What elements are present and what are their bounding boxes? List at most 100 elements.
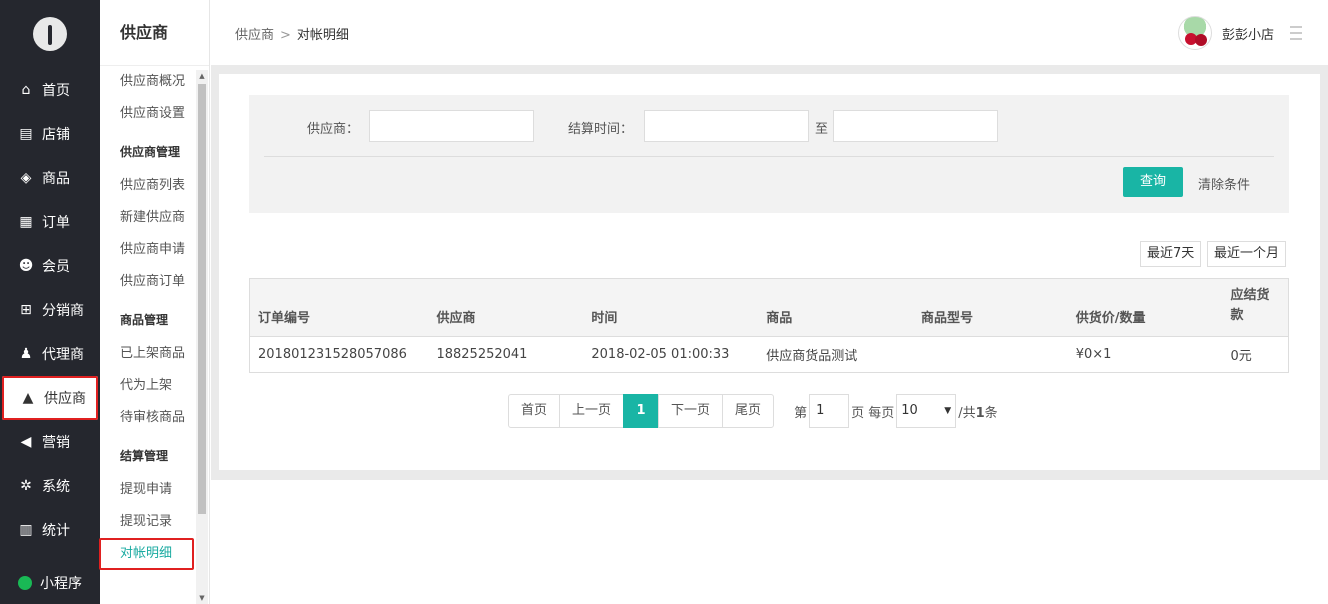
subnav-title: 供应商 (100, 0, 209, 66)
nav-item-supplier[interactable]: ▲ 供应商 (2, 376, 98, 420)
nav-label: 店铺 (42, 127, 70, 143)
last-month-button[interactable]: 最近一个月 (1207, 241, 1287, 267)
breadcrumb-separator: > (280, 28, 291, 43)
scroll-up-icon[interactable]: ▲ (198, 72, 206, 80)
prev-page-button[interactable]: 上一页 (559, 394, 625, 428)
nav-label: 营销 (42, 435, 70, 451)
per-page-select[interactable]: 10 ▼ (896, 394, 957, 428)
nav-label: 首页 (42, 83, 70, 99)
total-label: /共1条 (958, 402, 997, 421)
content-card: 供应商： 结算时间： 至 查询 清除条件 最近7天 最近一个月 订单编号 供应商… (219, 74, 1320, 470)
table-header-row: 订单编号 供应商 时间 商品 商品型号 供货价/数量 应结货款 (249, 278, 1289, 337)
cell-order-no: 201801231528057086 (258, 347, 407, 362)
nav-label: 分销商 (42, 303, 84, 319)
subnav-item-supplier-list[interactable]: 供应商列表 (100, 170, 196, 202)
nav-item-home[interactable]: ⌂ 首页 (0, 68, 100, 112)
settle-time-start-input[interactable] (644, 110, 809, 142)
subnav-item-listed-goods[interactable]: 已上架商品 (100, 338, 196, 370)
subnav-item-pending-goods[interactable]: 待审核商品 (100, 402, 196, 434)
cell-price-qty: ¥0×1 (1075, 347, 1112, 362)
supplier-input[interactable] (369, 110, 534, 142)
pagination: 首页 上一页 1 下一页 尾页 第 1 页 每页 10 ▼ /共1条 (508, 394, 1000, 428)
nav-label: 订单 (42, 215, 70, 231)
member-icon: ☻ (18, 258, 34, 274)
nav-item-stats[interactable]: ▥ 统计 (0, 508, 100, 552)
next-page-button[interactable]: 下一页 (658, 394, 724, 428)
clear-filter-button[interactable]: 清除条件 (1198, 174, 1250, 193)
username[interactable]: 彭彭小店 (1222, 24, 1274, 43)
col-time: 时间 (583, 278, 759, 337)
col-payable: 应结货款 (1222, 278, 1289, 337)
subnav-group-supplier-mgmt: 供应商管理 (120, 145, 181, 159)
cell-payable: 0元 (1230, 349, 1252, 364)
col-price-qty: 供货价/数量 (1067, 278, 1223, 337)
subnav-item-list-on-behalf[interactable]: 代为上架 (100, 370, 196, 402)
subnav-item-withdraw-records[interactable]: 提现记录 (100, 506, 196, 538)
sub-nav: 供应商 供应商概况 供应商设置 供应商管理 供应商列表 新建供应商 供应商申请 … (99, 0, 210, 604)
nav-item-agent[interactable]: ♟ 代理商 (0, 332, 100, 376)
main-content: 供应商： 结算时间： 至 查询 清除条件 最近7天 最近一个月 订单编号 供应商… (211, 66, 1328, 480)
scrollbar-thumb[interactable] (198, 84, 206, 514)
subnav-item-supplier-orders[interactable]: 供应商订单 (100, 266, 196, 298)
logo-mark (33, 17, 67, 51)
cell-time: 2018-02-05 01:00:33 (591, 347, 730, 362)
filter-panel: 供应商： 结算时间： 至 查询 清除条件 (249, 95, 1289, 213)
nav-item-goods[interactable]: ◈ 商品 (0, 156, 100, 200)
page-number-input[interactable]: 1 (809, 394, 850, 428)
subnav-item-overview[interactable]: 供应商概况 (100, 66, 196, 98)
cell-goods: 供应商货品测试 (766, 349, 858, 364)
subnav-item-new-supplier[interactable]: 新建供应商 (100, 202, 196, 234)
nav-label: 系统 (42, 479, 70, 495)
subnav-group-goods-mgmt: 商品管理 (120, 313, 169, 327)
query-button[interactable]: 查询 (1123, 167, 1183, 197)
nav-item-system[interactable]: ✲ 系统 (0, 464, 100, 508)
subnav-item-supplier-apply[interactable]: 供应商申请 (100, 234, 196, 266)
sitemap-icon: ⊞ (20, 302, 32, 318)
reconciliation-table: 订单编号 供应商 时间 商品 商品型号 供货价/数量 应结货款 20180123… (249, 278, 1289, 373)
settle-time-end-input[interactable] (833, 110, 998, 142)
cell-goods-model (913, 337, 1068, 373)
nav-label: 商品 (42, 171, 70, 187)
agent-icon: ♟ (19, 346, 33, 362)
megaphone-icon: ◀ (20, 434, 32, 450)
home-icon: ⌂ (21, 82, 31, 98)
nav-item-orders[interactable]: ▦ 订单 (0, 200, 100, 244)
store-icon: ▤ (19, 126, 33, 142)
nav-item-members[interactable]: ☻ 会员 (0, 244, 100, 288)
last-7-days-button[interactable]: 最近7天 (1140, 241, 1202, 267)
page-suffix: 页 每页 (851, 405, 895, 421)
cell-supplier: 18825252041 (436, 347, 528, 362)
nav-label: 供应商 (44, 391, 86, 407)
total-suffix: 条 (984, 405, 998, 421)
col-goods-model: 商品型号 (912, 278, 1068, 337)
subnav-list: 供应商概况 供应商设置 供应商管理 供应商列表 新建供应商 供应商申请 供应商订… (99, 66, 196, 570)
breadcrumb-parent[interactable]: 供应商 (235, 28, 274, 43)
hamburger-menu-icon[interactable] (1290, 26, 1302, 40)
subnav-item-settings[interactable]: 供应商设置 (100, 98, 196, 130)
nav-item-marketing[interactable]: ◀ 营销 (0, 420, 100, 464)
subnav-scrollbar[interactable]: ▲ ▼ (196, 70, 208, 604)
nav-label: 代理商 (42, 347, 84, 363)
user-menu[interactable]: 彭彭小店 (1177, 16, 1274, 50)
subnav-group-settlement: 结算管理 (120, 449, 169, 463)
table-row: 201801231528057086 18825252041 2018-02-0… (250, 337, 1289, 373)
bar-chart-icon: ▥ (19, 522, 33, 538)
basket-icon: ▦ (19, 214, 33, 230)
nav-item-store[interactable]: ▤ 店铺 (0, 112, 100, 156)
main-nav: ⌂ 首页 ▤ 店铺 ◈ 商品 ▦ 订单 ☻ 会员 ⊞ 分销商 ♟ 代理商 ▲ 供应商 ◀ 营销 ✲… (0, 0, 100, 604)
nav-item-mini-program[interactable]: 小程序 (0, 568, 100, 598)
breadcrumb-current: 对帐明细 (296, 28, 349, 43)
supplier-label: 供应商： (307, 122, 360, 137)
first-page-button[interactable]: 首页 (508, 394, 561, 428)
scroll-down-icon[interactable]: ▼ (198, 594, 206, 602)
subnav-item-reconciliation[interactable]: 对帐明细 (99, 538, 194, 570)
breadcrumb: 供应商 > 对帐明细 (235, 24, 349, 43)
nav-item-distributor[interactable]: ⊞ 分销商 (0, 288, 100, 332)
subnav-item-withdraw-apply[interactable]: 提现申请 (100, 474, 196, 506)
avatar[interactable] (1177, 16, 1212, 50)
last-page-button[interactable]: 尾页 (722, 394, 775, 428)
settle-time-label: 结算时间： (568, 122, 634, 137)
logo[interactable] (0, 0, 100, 68)
current-page-button[interactable]: 1 (623, 394, 660, 428)
box-icon: ◈ (20, 170, 32, 186)
